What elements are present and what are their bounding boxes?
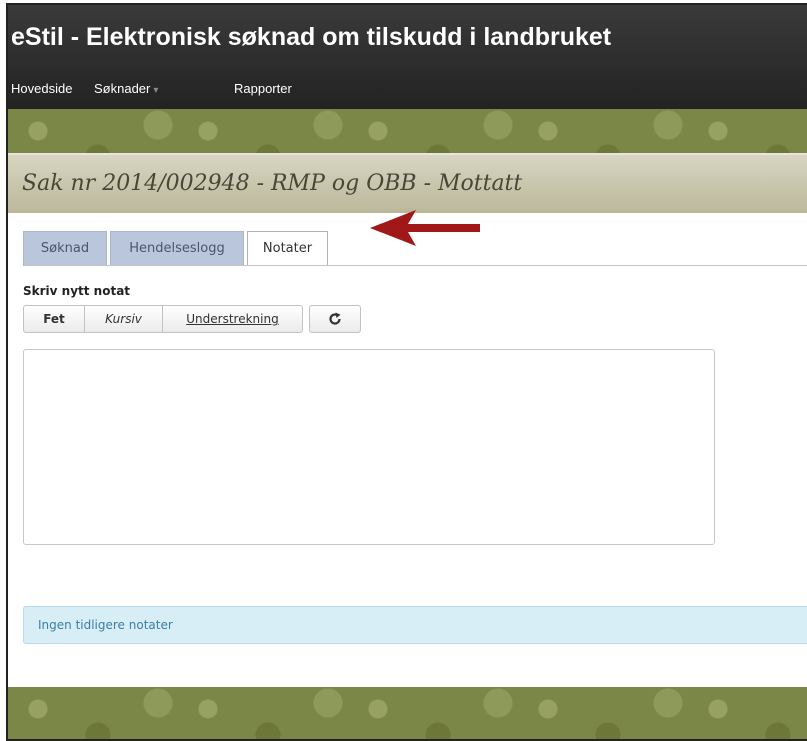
main-content: Søknad Hendelseslogg Notater Skriv nytt …: [8, 210, 807, 687]
case-header: Sak nr 2014/002948 - RMP og OBB - Mottat…: [8, 153, 807, 215]
app-title: eStil - Elektronisk søknad om tilskudd i…: [11, 23, 612, 51]
tab-divider: [23, 265, 807, 266]
tab-soknad[interactable]: Søknad: [23, 231, 107, 265]
tab-notater[interactable]: Notater: [247, 231, 328, 266]
note-section-label: Skriv nytt notat: [23, 284, 131, 298]
caret-down-icon: ▾: [153, 85, 159, 96]
info-alert: Ingen tidligere notater: [23, 606, 807, 644]
tab-hendelseslogg[interactable]: Hendelseslogg: [110, 231, 244, 265]
app-header: eStil - Elektronisk søknad om tilskudd i…: [8, 5, 807, 71]
annotation-arrow-icon: [370, 210, 480, 246]
browser-frame: eStil - Elektronisk søknad om tilskudd i…: [6, 3, 807, 741]
refresh-icon: [329, 312, 341, 325]
underline-button[interactable]: Understrekning: [162, 305, 303, 333]
main-nav: Hovedside Søknader ▾ Rapporter: [8, 69, 807, 109]
case-title: Sak nr 2014/002948 - RMP og OBB - Mottat…: [22, 171, 523, 196]
note-editor[interactable]: [23, 349, 715, 545]
nav-item-soknader[interactable]: Søknader ▾: [94, 81, 158, 96]
nav-item-rapporter[interactable]: Rapporter: [234, 81, 292, 96]
bold-button[interactable]: Fet: [23, 305, 85, 333]
nav-item-hovedside[interactable]: Hovedside: [11, 81, 72, 96]
refresh-button[interactable]: [309, 305, 361, 333]
decorative-banner-top: [8, 109, 807, 153]
decorative-banner-bottom: [8, 687, 807, 739]
nav-item-soknader-label: Søknader: [94, 81, 151, 96]
info-message: Ingen tidligere notater: [38, 618, 173, 632]
italic-button[interactable]: Kursiv: [84, 305, 163, 333]
